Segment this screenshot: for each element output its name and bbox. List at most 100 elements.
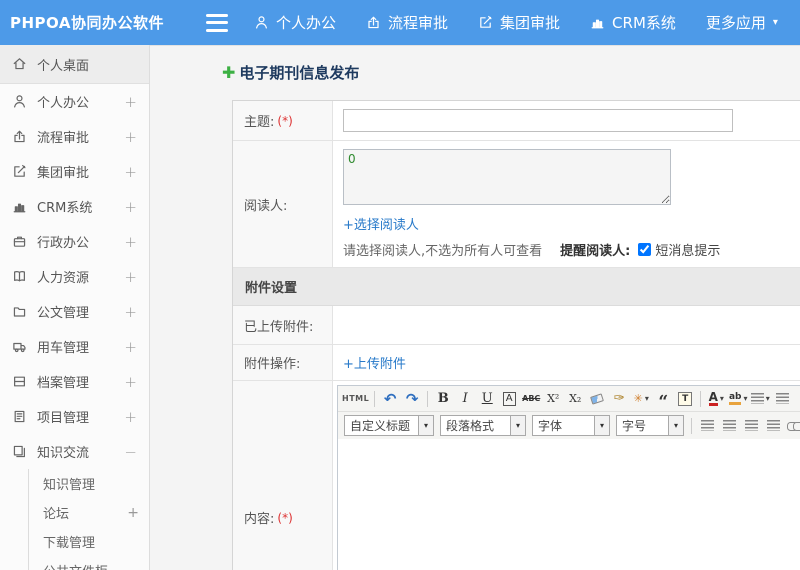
unordered-list-button[interactable] xyxy=(772,388,792,409)
nav-item-label: 集团审批 xyxy=(500,14,561,32)
readers-textarea[interactable]: 0 xyxy=(343,149,671,205)
archive-icon xyxy=(12,374,28,390)
page-title-text: 电子期刊信息发布 xyxy=(239,64,360,82)
readers-label: 阅读人: xyxy=(233,141,333,267)
subject-row: 主题: (*) xyxy=(233,101,800,141)
nav-item-1[interactable]: 个人办公 xyxy=(254,12,336,33)
hamburger-icon[interactable] xyxy=(206,13,228,32)
sidebar-subitem[interactable]: 公共文件柜 xyxy=(29,556,149,570)
sidebar-subitem[interactable]: 论坛 + xyxy=(29,498,149,527)
expand-plus-icon[interactable]: + xyxy=(124,373,137,391)
font-color-button[interactable]: A ▾ xyxy=(706,388,726,409)
paragraph-format-select[interactable]: 段落格式 ▾ xyxy=(440,415,526,436)
underline-button[interactable]: U xyxy=(477,388,497,409)
font-family-select[interactable]: 字体 ▾ xyxy=(532,415,610,436)
caret-down-icon: ▾ xyxy=(743,394,748,403)
superscript-button[interactable]: X² xyxy=(543,388,563,409)
blockquote-button[interactable]: “ xyxy=(653,388,673,411)
sidebar-item-label: 知识交流 xyxy=(37,446,90,461)
sidebar-subitem-label: 下载管理 xyxy=(43,536,96,551)
sidebar-item[interactable]: 流程审批 + xyxy=(0,119,149,154)
ordered-list-button[interactable]: ▾ xyxy=(750,388,770,409)
sidebar-subitem[interactable]: 下载管理 xyxy=(29,527,149,556)
align-justify-button[interactable] xyxy=(763,415,783,436)
nav-item-2[interactable]: 流程审批 xyxy=(366,12,448,33)
highlight-color-button[interactable]: ab ▾ xyxy=(728,388,748,409)
content-label: 内容: (*) xyxy=(233,381,333,570)
caret-down-icon: ▾ xyxy=(765,394,770,403)
expand-plus-icon[interactable]: + xyxy=(124,303,137,321)
html-source-button[interactable]: HTML xyxy=(342,388,369,409)
sidebar-subitem[interactable]: 知识管理 xyxy=(29,469,149,498)
underline-button-glyph: U xyxy=(481,391,493,406)
caret-down-icon: ▾ xyxy=(418,416,433,435)
expand-plus-icon[interactable]: + xyxy=(124,163,137,181)
strikethrough-button[interactable]: ABC xyxy=(521,388,541,409)
undo-button-glyph: ↶ xyxy=(383,389,397,408)
toolbar-separator xyxy=(691,417,692,434)
font-style-box-button[interactable]: A xyxy=(499,388,519,409)
expand-plus-icon[interactable]: + xyxy=(127,505,139,521)
sidebar-item[interactable]: 知识交流 − xyxy=(0,434,149,469)
undo-button[interactable]: ↶ xyxy=(380,388,400,409)
align-justify-button-glyph xyxy=(766,420,780,431)
sidebar-item-label: 个人桌面 xyxy=(37,58,90,74)
expand-plus-icon[interactable]: + xyxy=(124,198,137,216)
expand-plus-icon[interactable]: + xyxy=(124,268,137,286)
nav-item-4[interactable]: CRM系统 xyxy=(590,12,676,33)
expand-plus-icon[interactable]: + xyxy=(124,93,137,111)
remove-format-button[interactable] xyxy=(587,388,607,409)
sidebar-item[interactable]: 用车管理 + xyxy=(0,329,149,364)
briefcase-icon xyxy=(12,234,28,250)
sidebar-item[interactable]: 项目管理 + xyxy=(0,399,149,434)
sidebar-subitem-label: 论坛 xyxy=(43,507,70,522)
sidebar-item[interactable]: 个人桌面 xyxy=(0,45,149,84)
collapse-minus-icon[interactable]: − xyxy=(124,443,137,461)
superscript-button-glyph: X² xyxy=(547,392,560,405)
align-right-button[interactable] xyxy=(741,415,761,436)
sidebar-item-label: 个人办公 xyxy=(37,96,90,111)
sidebar-item[interactable]: CRM系统 + xyxy=(0,189,149,224)
insert-link-button[interactable] xyxy=(785,415,800,436)
sidebar-item[interactable]: 行政办公 + xyxy=(0,224,149,259)
select-readers-link[interactable]: +选择阅读人 xyxy=(343,214,419,233)
font-size-select[interactable]: 字号 ▾ xyxy=(616,415,684,436)
heading-select[interactable]: 自定义标题 ▾ xyxy=(344,415,434,436)
top-header: PHPOA协同办公软件 个人办公 流程审批 集团审批 CRM系统 更多应用 ▾ xyxy=(0,0,800,45)
editor-content-area[interactable] xyxy=(338,439,800,570)
sidebar-item[interactable]: 档案管理 + xyxy=(0,364,149,399)
expand-plus-icon[interactable]: + xyxy=(124,338,137,356)
bar-chart-icon xyxy=(590,15,605,30)
paste-plain-text-button[interactable]: T xyxy=(675,388,695,409)
subscript-button[interactable]: X₂ xyxy=(565,388,585,409)
heading-select-label: 自定义标题 xyxy=(350,419,411,433)
align-left-button[interactable] xyxy=(697,415,717,436)
ordered-list-button-glyph xyxy=(750,393,764,404)
subject-input[interactable] xyxy=(343,109,733,132)
folder-icon xyxy=(12,304,28,320)
sms-checkbox[interactable] xyxy=(638,243,652,256)
expand-plus-icon[interactable]: + xyxy=(124,408,137,426)
expand-plus-icon[interactable]: + xyxy=(124,233,137,251)
italic-button[interactable]: I xyxy=(455,388,475,409)
sidebar-item[interactable]: 集团审批 + xyxy=(0,154,149,189)
sidebar-item[interactable]: 公文管理 + xyxy=(0,294,149,329)
bold-button[interactable]: B xyxy=(433,388,453,409)
quick-format-button[interactable]: ✳ ▾ xyxy=(631,388,651,409)
sidebar-item-label: 集团审批 xyxy=(37,166,90,181)
expand-plus-icon[interactable]: + xyxy=(124,128,137,146)
caret-down-icon: ▾ xyxy=(594,416,609,435)
redo-button[interactable]: ↷ xyxy=(402,388,422,409)
toolbar-separator xyxy=(374,390,376,407)
nav-item-5[interactable]: 更多应用 ▾ xyxy=(706,12,778,33)
upload-attachment-link[interactable]: +上传附件 xyxy=(343,353,406,372)
nav-item-label: 更多应用 xyxy=(705,14,766,32)
nav-item-3[interactable]: 集团审批 xyxy=(478,12,560,33)
caret-down-icon: ▾ xyxy=(772,16,778,28)
sidebar-item[interactable]: 个人办公 + xyxy=(0,84,149,119)
align-center-button[interactable] xyxy=(719,415,739,436)
sidebar-item[interactable]: 人力资源 + xyxy=(0,259,149,294)
subject-label: 主题: (*) xyxy=(233,101,333,140)
format-brush-button[interactable]: ✑ xyxy=(609,388,629,409)
editor-toolbar-row1: HTML ↶ ↷ B I U A ABC X² X₂ ✑ ✳ ▾ “T A ▾ ab ▾ ▾ xyxy=(338,386,800,412)
